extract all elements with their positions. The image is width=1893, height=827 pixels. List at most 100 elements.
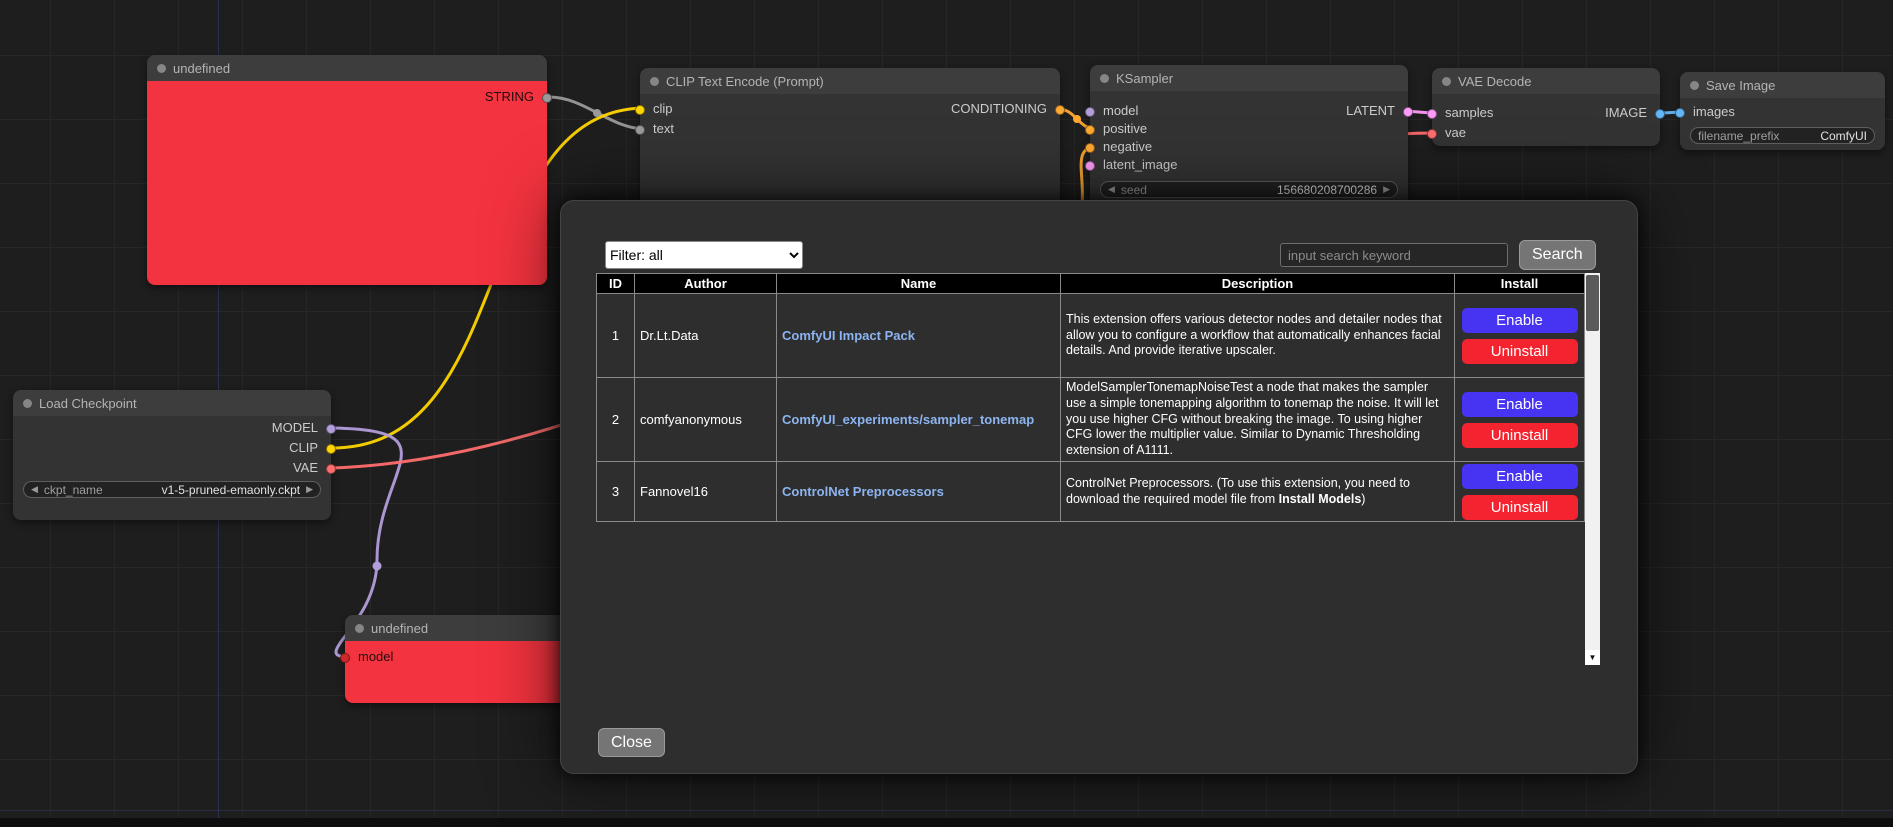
uninstall-button[interactable]: Uninstall <box>1462 423 1578 448</box>
uninstall-button[interactable]: Uninstall <box>1462 339 1578 364</box>
string-output-port[interactable] <box>542 93 552 103</box>
image-output-port[interactable] <box>1655 109 1665 119</box>
input-label: model <box>358 649 393 664</box>
cell-name: ComfyUI Impact Pack <box>777 294 1061 378</box>
widget-value: ComfyUI <box>1820 129 1867 143</box>
node-title-bar[interactable]: undefined <box>147 55 547 81</box>
search-input[interactable] <box>1280 243 1508 267</box>
images-input-port[interactable] <box>1675 108 1685 118</box>
positive-input-port[interactable] <box>1085 125 1095 135</box>
description-text: ) <box>1361 492 1365 506</box>
enable-button[interactable]: Enable <box>1462 308 1578 333</box>
node-title-bar[interactable]: Load Checkpoint <box>13 390 331 416</box>
ckpt-next-icon[interactable]: ▶ <box>306 481 313 498</box>
latent-output-port[interactable] <box>1403 107 1413 117</box>
ckpt-name-widget[interactable]: ◀ ckpt_name v1-5-pruned-emaonly.ckpt ▶ <box>23 481 321 498</box>
text-input-port[interactable] <box>635 125 645 135</box>
collapse-dot-icon[interactable] <box>1690 81 1699 90</box>
collapse-dot-icon[interactable] <box>1442 77 1451 86</box>
table-row: 2 comfyanonymous ComfyUI_experiments/sam… <box>597 378 1585 462</box>
wire-model-midpoint-dot <box>373 562 382 571</box>
collapse-dot-icon[interactable] <box>355 624 364 633</box>
vae-output-port[interactable] <box>326 464 336 474</box>
node-vae-decode[interactable]: VAE Decode samples vae IMAGE <box>1432 68 1660 146</box>
collapse-dot-icon[interactable] <box>650 77 659 86</box>
cell-name: ControlNet Preprocessors <box>777 462 1061 522</box>
seed-decrement-icon[interactable]: ◀ <box>1108 181 1115 198</box>
vae-input-port[interactable] <box>1427 129 1437 139</box>
header-author: Author <box>635 274 777 294</box>
output-label: CLIP <box>289 440 318 455</box>
node-title: VAE Decode <box>1458 74 1531 89</box>
node-ksampler[interactable]: KSampler model positive negative latent_… <box>1090 65 1408 207</box>
filename-prefix-widget[interactable]: filename_prefix ComfyUI <box>1690 127 1875 144</box>
cell-id: 2 <box>597 378 635 462</box>
output-slot-vae: VAE <box>13 459 331 477</box>
input-slot-vae: vae <box>1432 124 1660 142</box>
extension-link[interactable]: ControlNet Preprocessors <box>782 484 944 499</box>
node-load-checkpoint[interactable]: Load Checkpoint MODEL CLIP VAE ◀ ckpt_na… <box>13 390 331 520</box>
node-title: undefined <box>371 621 428 636</box>
collapse-dot-icon[interactable] <box>157 64 166 73</box>
uninstall-button[interactable]: Uninstall <box>1462 495 1578 520</box>
enable-button[interactable]: Enable <box>1462 464 1578 489</box>
table-row: 1 Dr.Lt.Data ComfyUI Impact Pack This ex… <box>597 294 1585 378</box>
extension-table-wrapper: ID Author Name Description Install 1 Dr.… <box>596 273 1600 665</box>
seed-widget[interactable]: ◀ seed 156680208700286 ▶ <box>1100 181 1398 198</box>
input-slot-positive: positive <box>1090 120 1408 138</box>
ckpt-prev-icon[interactable]: ◀ <box>31 481 38 498</box>
scrollbar-thumb[interactable] <box>1586 275 1599 331</box>
search-button[interactable]: Search <box>1519 240 1596 270</box>
close-button[interactable]: Close <box>598 728 665 757</box>
cell-name: ComfyUI_experiments/sampler_tonemap <box>777 378 1061 462</box>
clip-output-port[interactable] <box>326 444 336 454</box>
collapse-dot-icon[interactable] <box>1100 74 1109 83</box>
cell-author: Dr.Lt.Data <box>635 294 777 378</box>
cell-install: Enable Uninstall <box>1455 294 1585 378</box>
cell-description: This extension offers various detector n… <box>1061 294 1455 378</box>
seed-increment-icon[interactable]: ▶ <box>1383 181 1390 198</box>
widget-label: seed <box>1121 183 1147 197</box>
negative-input-port[interactable] <box>1085 143 1095 153</box>
output-label: MODEL <box>272 420 318 435</box>
node-title-bar[interactable]: KSampler <box>1090 65 1408 91</box>
table-header-row: ID Author Name Description Install <box>597 274 1585 294</box>
node-title-bar[interactable]: VAE Decode <box>1432 68 1660 94</box>
model-input-port[interactable] <box>340 653 350 663</box>
widget-value: 156680208700286 <box>1277 183 1377 197</box>
cell-description: ModelSamplerTonemapNoiseTest a node that… <box>1061 378 1455 462</box>
model-output-port[interactable] <box>326 424 336 434</box>
extension-link[interactable]: ComfyUI Impact Pack <box>782 328 915 343</box>
output-label: STRING <box>485 89 534 104</box>
wire-conditioning-midpoint-dot <box>1073 115 1081 123</box>
cell-author: comfyanonymous <box>635 378 777 462</box>
cell-id: 3 <box>597 462 635 522</box>
scrollbar-down-arrow-icon[interactable]: ▼ <box>1585 650 1600 665</box>
extension-link[interactable]: ComfyUI_experiments/sampler_tonemap <box>782 412 1034 427</box>
filter-dropdown[interactable]: Filter: all <box>605 241 803 269</box>
latent-image-input-port[interactable] <box>1085 161 1095 171</box>
node-title-bar[interactable]: Save Image <box>1680 72 1885 98</box>
table-scrollbar[interactable]: ▼ <box>1585 273 1600 665</box>
output-label: LATENT <box>1346 103 1395 118</box>
input-slot-model: model <box>345 648 570 666</box>
cell-author: Fannovel16 <box>635 462 777 522</box>
conditioning-output-port[interactable] <box>1055 105 1065 115</box>
node-undefined-top[interactable]: undefined STRING <box>147 55 547 285</box>
enable-button[interactable]: Enable <box>1462 392 1578 417</box>
table-row: 3 Fannovel16 ControlNet Preprocessors Co… <box>597 462 1585 522</box>
node-title: CLIP Text Encode (Prompt) <box>666 74 824 89</box>
widget-value: v1-5-pruned-emaonly.ckpt <box>162 483 301 497</box>
input-slot-text: text <box>640 120 1060 138</box>
node-save-image[interactable]: Save Image images filename_prefix ComfyU… <box>1680 72 1885 150</box>
input-slot-latent-image: latent_image <box>1090 156 1408 174</box>
output-label: IMAGE <box>1605 105 1647 120</box>
output-label: CONDITIONING <box>951 101 1047 116</box>
node-title-bar[interactable]: CLIP Text Encode (Prompt) <box>640 68 1060 94</box>
node-title-bar[interactable]: undefined <box>345 615 570 641</box>
collapse-dot-icon[interactable] <box>23 399 32 408</box>
output-slot-clip: CLIP <box>13 439 331 457</box>
input-label: images <box>1693 104 1735 119</box>
node-undefined-bottom[interactable]: undefined model <box>345 615 570 703</box>
output-slot-image: IMAGE <box>1432 104 1660 122</box>
